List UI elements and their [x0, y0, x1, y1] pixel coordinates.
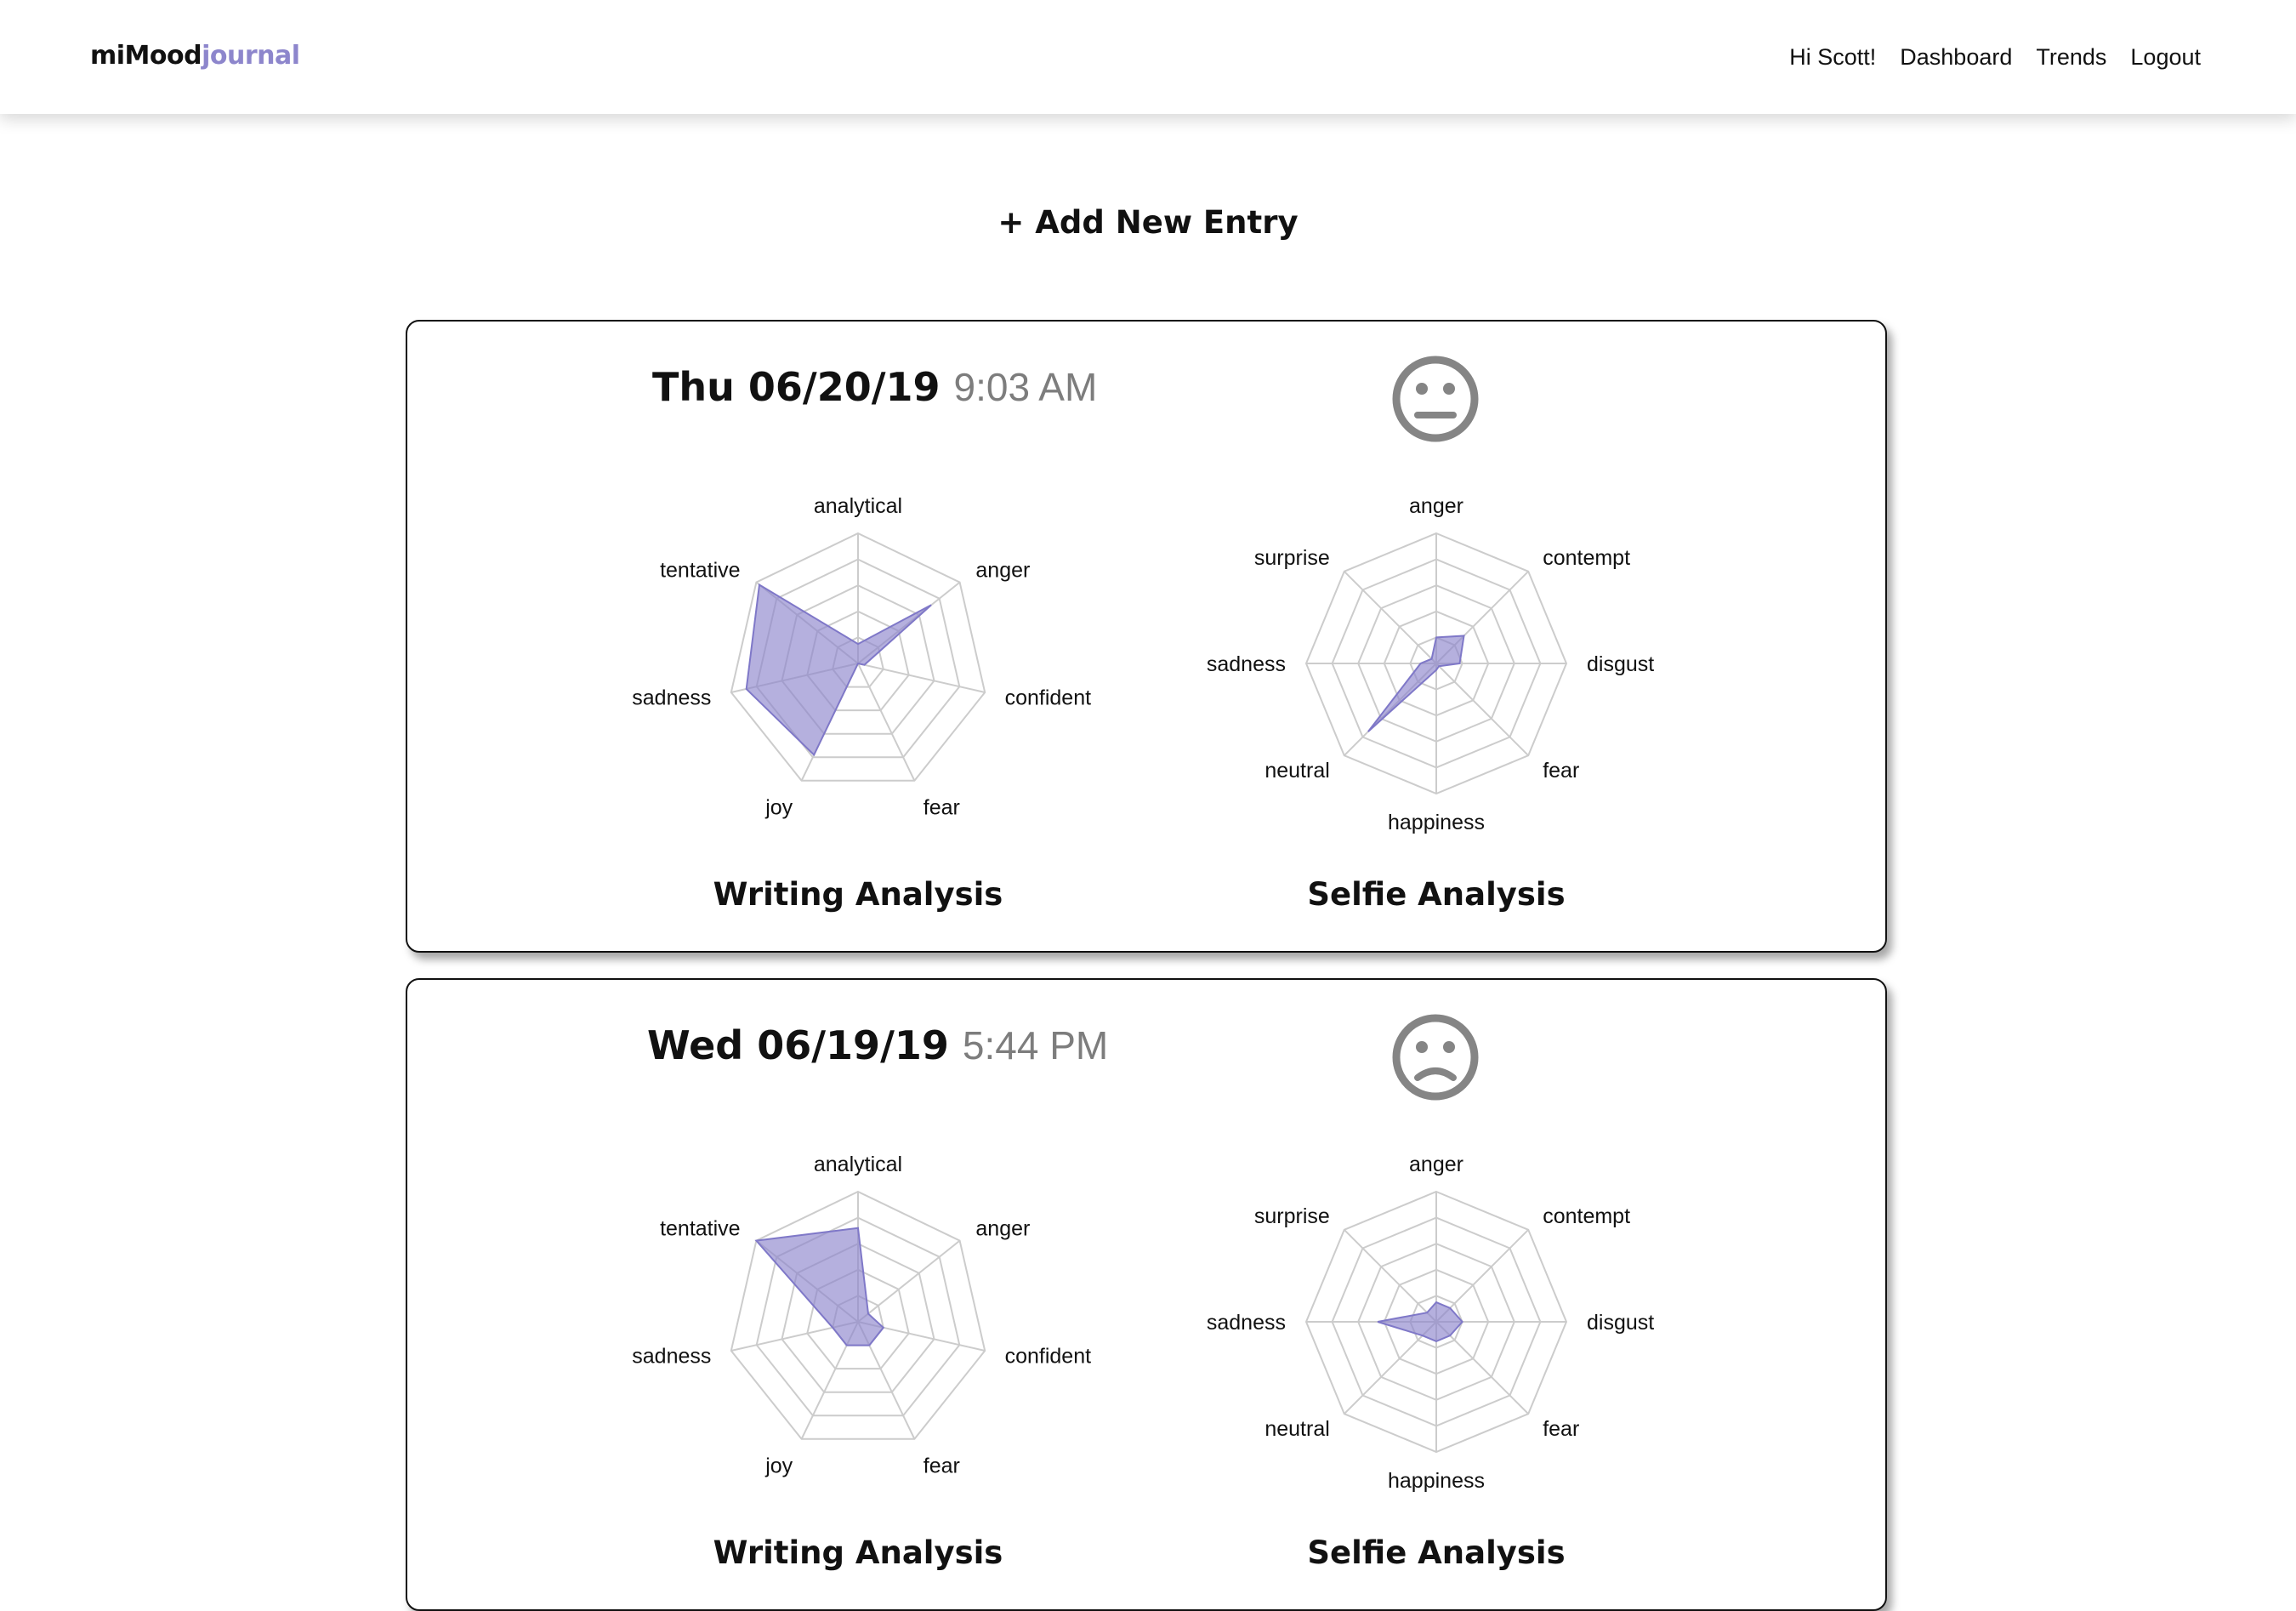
entry-time: 5:44 PM: [962, 1023, 1109, 1067]
brand-name-part1: miMood: [90, 41, 202, 71]
radar-axis-label: fear: [1543, 759, 1579, 783]
radar-axis-label: surprise: [1254, 546, 1330, 570]
radar-axis-label: anger: [975, 559, 1030, 583]
radar-axis-label: joy: [764, 796, 793, 820]
radar-axis-label: confident: [1005, 686, 1092, 709]
radar-axis-label: surprise: [1254, 1204, 1330, 1228]
neutral-face-icon: [1392, 356, 1479, 442]
radar-axis-label: happiness: [1388, 811, 1485, 834]
entry-card[interactable]: Thu 06/20/19 9:03 AM analytical anger confi…: [406, 320, 1887, 953]
entry-datetime: Thu 06/20/19 9:03 AM: [652, 364, 1097, 410]
entry-datetime: Wed 06/19/19 5:44 PM: [647, 1022, 1108, 1068]
radar-data-area: [745, 583, 932, 757]
radar-axis-label: sadness: [1207, 652, 1286, 676]
radar-axis-label: neutral: [1265, 759, 1329, 783]
radar-axis-label: sadness: [632, 1344, 711, 1368]
nav-trends-link[interactable]: Trends: [2036, 44, 2106, 71]
nav-logout-link[interactable]: Logout: [2130, 44, 2201, 71]
nav-menu: Hi Scott! Dashboard Trends Logout: [1789, 44, 2201, 71]
top-navbar: miMoodjournal Hi Scott! Dashboard Trends…: [0, 0, 2296, 114]
selfie-analysis-title: Selfie Analysis: [1307, 1534, 1566, 1571]
entry-card[interactable]: Wed 06/19/19 5:44 PM analytical anger confi…: [406, 978, 1887, 1611]
radar-axis-label: anger: [975, 1217, 1030, 1241]
radar-axis-label: anger: [1409, 1153, 1463, 1176]
radar-data-area: [754, 1227, 885, 1346]
add-new-entry-button[interactable]: + Add New Entry: [0, 204, 2296, 241]
entry-time: 9:03 AM: [953, 365, 1098, 409]
radar-axis-label: disgust: [1587, 652, 1654, 676]
brand-logo[interactable]: miMoodjournal: [90, 41, 300, 71]
radar-axis-label: anger: [1409, 494, 1463, 518]
radar-axis-label: happiness: [1388, 1469, 1485, 1493]
writing-analysis-title: Writing Analysis: [713, 876, 1003, 913]
radar-axis-label: fear: [924, 796, 960, 820]
selfie-analysis-title: Selfie Analysis: [1307, 876, 1566, 913]
entry-date: Thu 06/20/19: [652, 364, 941, 410]
entry-date: Wed 06/19/19: [647, 1022, 949, 1068]
radar-axis-label: tentative: [660, 559, 741, 583]
radar-axis-label: analytical: [814, 1153, 902, 1176]
writing-analysis-title: Writing Analysis: [713, 1534, 1003, 1571]
radar-axis-label: confident: [1005, 1344, 1092, 1368]
brand-name-part2: journal: [202, 41, 300, 71]
radar-axis-label: contempt: [1543, 1204, 1630, 1228]
selfie-radar-chart: anger contempt disgust fear happiness neutral…: [1207, 1153, 1654, 1493]
radar-axis-label: analytical: [814, 494, 902, 518]
radar-axis-label: contempt: [1543, 546, 1630, 570]
nav-dashboard-link[interactable]: Dashboard: [1900, 44, 2012, 71]
nav-greeting[interactable]: Hi Scott!: [1789, 44, 1876, 71]
radar-axis-label: fear: [924, 1454, 960, 1478]
radar-axis-label: tentative: [660, 1217, 741, 1241]
sad-face-icon: [1392, 1014, 1479, 1101]
radar-axis-line: [857, 663, 916, 782]
radar-axis-label: sadness: [632, 686, 711, 709]
radar-axis-label: fear: [1543, 1417, 1579, 1441]
radar-axis-label: sadness: [1207, 1311, 1286, 1335]
radar-axis-label: neutral: [1265, 1417, 1329, 1441]
selfie-radar-chart: anger contempt disgust fear happiness neutral…: [1207, 494, 1654, 834]
writing-radar-chart: analytical anger confident fear joy sadness te…: [632, 494, 1092, 820]
writing-radar-chart: analytical anger confident fear joy sadness te…: [632, 1153, 1092, 1478]
radar-axis-label: joy: [764, 1454, 793, 1478]
radar-axis-label: disgust: [1587, 1311, 1654, 1335]
